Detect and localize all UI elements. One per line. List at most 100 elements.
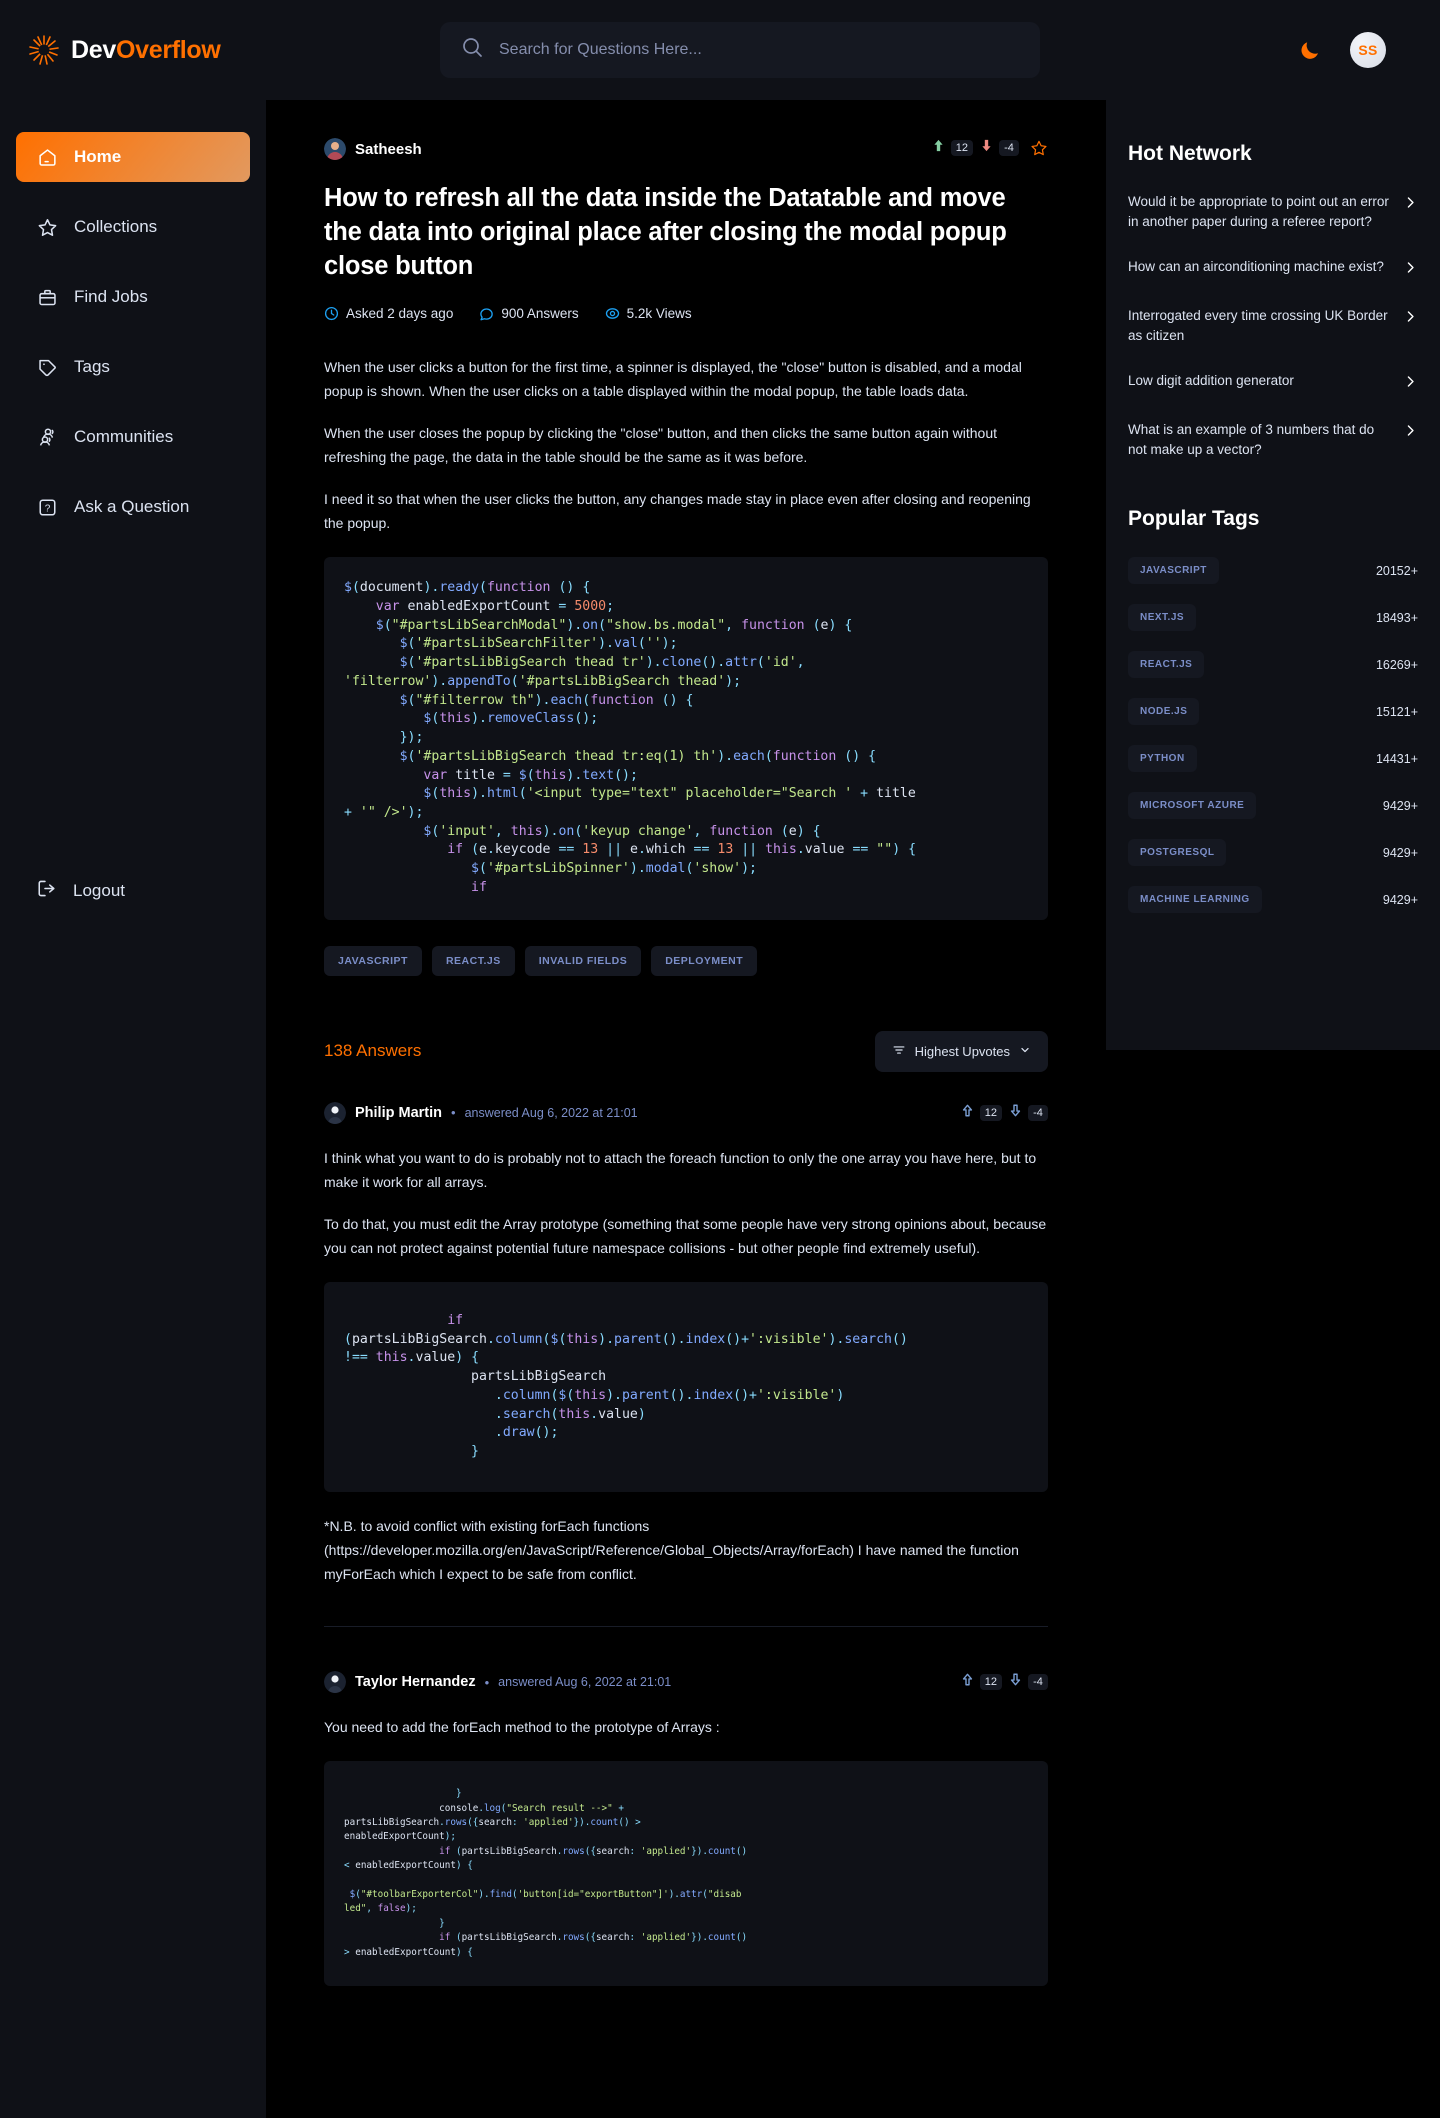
hot-network-item-label: Interrogated every time crossing UK Bord… [1128,308,1388,343]
logout-button[interactable]: Logout [0,878,266,904]
popular-tag-row: NEXT.JS 18493+ [1128,604,1418,632]
sidebar-item-find-jobs[interactable]: Find Jobs [16,272,250,322]
briefcase-icon [36,286,58,308]
hot-network-item[interactable]: What is an example of 3 numbers that do … [1128,420,1418,459]
sidebar-item-label: Tags [74,357,110,376]
message-icon [479,306,494,321]
downvote-group[interactable]: -4 [979,138,1019,158]
popular-tag-count: 16269+ [1375,657,1418,672]
upvote-group[interactable]: 12 [960,1672,1002,1692]
hot-network-item-label: What is an example of 3 numbers that do … [1128,422,1375,457]
upvote-arrow-icon[interactable] [960,1672,975,1692]
hot-network-item[interactable]: Would it be appropriate to point out an … [1128,192,1418,231]
downvote-count: -4 [1028,1674,1048,1691]
sidebar-item-tags[interactable]: Tags [16,342,250,392]
popular-tag-count: 18493+ [1375,610,1418,625]
eye-icon [605,306,620,321]
answer-author[interactable]: Taylor Hernandez • answered Aug 6, 2022 … [324,1671,671,1694]
downvote-count: -4 [999,140,1019,156]
hot-network-item[interactable]: Interrogated every time crossing UK Bord… [1128,306,1418,345]
answer-paragraph: To do that, you must edit the Array prot… [324,1215,1047,1256]
downvote-arrow-icon[interactable] [1008,1672,1023,1692]
sidebar-item-collections[interactable]: Collections [16,202,250,252]
code-content: } console.log("Search result -->" + part… [344,1788,748,1958]
users-icon [36,426,58,448]
question-vote-controls: 12 -4 [931,138,1048,158]
sidebar-item-label: Communities [74,427,174,446]
popular-tag-chip[interactable]: PYTHON [1128,745,1197,773]
sidebar-item-home[interactable]: Home [16,132,250,182]
separator-dot: • [484,1674,490,1690]
tag-chip[interactable]: REACT.JS [431,945,515,976]
tag-chip[interactable]: JAVASCRIPT [324,945,422,976]
popular-tag-chip[interactable]: POSTGRESQL [1128,839,1227,867]
question-paragraph: I need it so that when the user clicks t… [324,491,1031,532]
chevron-right-icon [1403,423,1418,443]
sidebar-item-communities[interactable]: Communities [16,412,250,462]
chevron-right-icon [1403,195,1418,215]
navbar-right-actions: SS [1296,32,1416,68]
answer-date: answered Aug 6, 2022 at 21:01 [464,1105,638,1120]
global-search-bar[interactable] [440,22,1040,78]
popular-tag-count: 15121+ [1375,704,1418,719]
tag-chip[interactable]: INVALID FIELDS [524,945,642,976]
hot-network-item[interactable]: How can an airconditioning machine exist… [1128,257,1418,280]
sidebar-nav-list: Home Collections Find Jobs Tags Communit… [0,132,266,532]
popular-tag-row: MACHINE LEARNING 9429+ [1128,886,1418,914]
answer-header-row: Taylor Hernandez • answered Aug 6, 2022 … [324,1671,1048,1694]
popular-tag-chip[interactable]: REACT.JS [1128,651,1205,679]
moon-icon[interactable] [1296,36,1324,64]
code-content: if (partsLibBigSearch.column($(this).par… [344,1312,908,1460]
search-icon [462,37,483,63]
popular-tag-chip[interactable]: NODE.JS [1128,698,1200,726]
question-paragraph: When the user clicks a button for the fi… [324,358,1022,399]
question-author-name: Satheesh [355,140,422,158]
sidebar-item-label: Home [74,147,122,166]
popular-tag-chip[interactable]: MACHINE LEARNING [1128,886,1262,914]
upvote-arrow-icon[interactable] [960,1103,975,1123]
downvote-group[interactable]: -4 [1008,1103,1048,1123]
popular-tag-chip[interactable]: NEXT.JS [1128,604,1197,632]
avatar[interactable]: SS [1350,32,1386,68]
sort-answers-button[interactable]: Highest Upvotes [874,1030,1048,1072]
tag-chip[interactable]: DEPLOYMENT [651,945,758,976]
hot-network-item[interactable]: Low digit addition generator [1128,371,1418,394]
svg-text:?: ? [44,503,50,514]
home-icon [36,146,58,168]
filter-icon [892,1043,906,1060]
upvote-group[interactable]: 12 [931,138,973,158]
popular-tag-row: POSTGRESQL 9429+ [1128,839,1418,867]
upvote-arrow-icon[interactable] [931,138,946,158]
question-mark-icon: ? [36,496,58,518]
clock-icon [324,306,339,321]
sidebar-item-ask-a-question[interactable]: ? Ask a Question [16,482,250,532]
answer-footnote: *N.B. to avoid conflict with existing fo… [324,1517,1019,1583]
answer-paragraph: I think what you want to do is probably … [324,1149,1037,1190]
answer-paragraph: You need to add the forEach method to th… [324,1719,720,1736]
downvote-group[interactable]: -4 [1008,1672,1048,1692]
popular-tag-chip[interactable]: MICROSOFT AZURE [1128,792,1257,820]
avatar [324,1671,346,1694]
answer-item: Taylor Hernandez • answered Aug 6, 2022 … [324,1671,1048,1987]
avatar-initials: SS [1358,42,1378,58]
upvote-group[interactable]: 12 [960,1103,1002,1123]
hot-network-item-label: Low digit addition generator [1128,373,1294,389]
logout-icon [36,878,57,904]
search-input[interactable] [499,41,1018,59]
answer-header-row: Philip Martin • answered Aug 6, 2022 at … [324,1101,1048,1124]
question-author[interactable]: Satheesh [324,138,422,160]
answer-author[interactable]: Philip Martin • answered Aug 6, 2022 at … [324,1101,638,1124]
popular-tag-count: 9429+ [1382,892,1418,907]
popular-tag-count: 9429+ [1382,845,1418,860]
brand-title: DevOverflow [71,36,221,65]
divider [324,1626,1048,1628]
downvote-arrow-icon[interactable] [979,138,994,158]
question-paragraph: When the user closes the popup by clicki… [324,424,998,465]
answers-count: 138 Answers [324,1041,422,1061]
brand-logo-link[interactable]: DevOverflow [24,33,266,67]
right-sidebar: Hot Network Would it be appropriate to p… [1106,100,1440,1050]
popular-tag-chip[interactable]: JAVASCRIPT [1128,557,1219,585]
question-code-block: $(document).ready(function () { var enab… [324,557,1048,920]
downvote-arrow-icon[interactable] [1008,1103,1023,1123]
star-icon[interactable] [1030,139,1048,157]
